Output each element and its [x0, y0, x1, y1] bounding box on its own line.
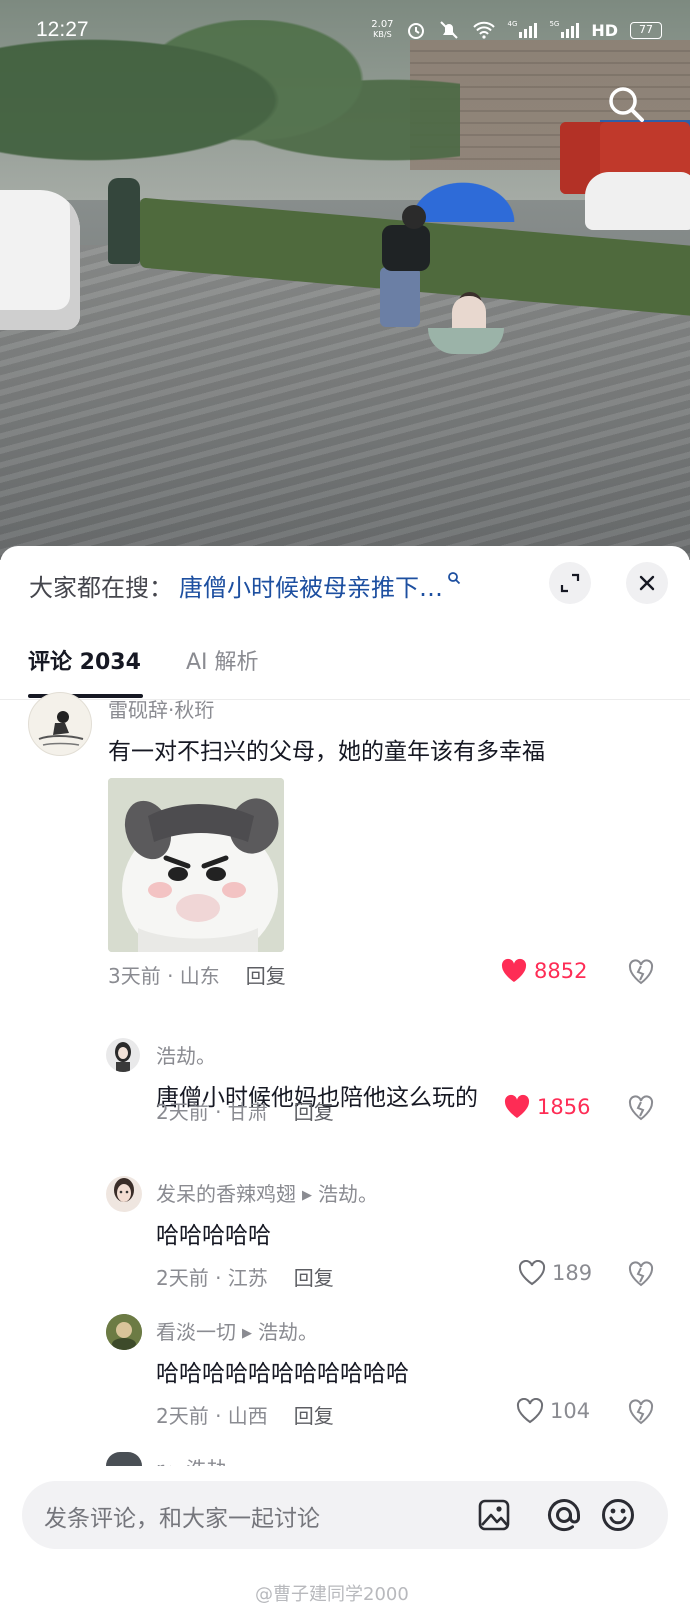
status-bar: 12:27 2.07 KB/S 4G 5G HD 77: [0, 0, 690, 64]
dislike-icon[interactable]: [627, 958, 655, 986]
heart-filled-icon: [501, 958, 527, 982]
dislike-icon[interactable]: [627, 1094, 655, 1122]
avatar[interactable]: [106, 1038, 140, 1072]
comment-time-location: 2天前 · 江苏: [156, 1266, 268, 1290]
video-player[interactable]: 12:27 2.07 KB/S 4G 5G HD 77: [0, 0, 690, 560]
status-time: 12:27: [36, 18, 89, 41]
comment-time-location: 3天前 · 山东: [108, 964, 220, 988]
comment-username[interactable]: 雷砚辞·秋珩: [108, 694, 214, 723]
hd-voice-icon: HD: [591, 20, 618, 40]
search-small-icon: [448, 571, 461, 584]
dislike-icon[interactable]: [627, 1260, 655, 1288]
like-count: 1856: [537, 1095, 591, 1119]
reply-button[interactable]: 回复: [294, 1100, 334, 1124]
comment-meta: 2天前 · 山西 回复: [156, 1400, 334, 1429]
dislike-icon[interactable]: [627, 1398, 655, 1426]
tab-comments[interactable]: 评论 2034: [28, 644, 141, 676]
mention-icon[interactable]: [544, 1495, 584, 1535]
reply-button[interactable]: 回复: [294, 1266, 334, 1290]
close-icon: [639, 575, 655, 591]
reply-to-username[interactable]: 浩劫。: [258, 1320, 318, 1344]
comment-meta: 2天前 · 江苏 回复: [156, 1262, 334, 1291]
like-button[interactable]: 1856: [503, 1094, 590, 1120]
comment-username[interactable]: 浩劫。: [156, 1040, 216, 1069]
comment-username: 看淡一切 ▶ 浩劫。: [156, 1316, 318, 1345]
like-count: 104: [550, 1399, 591, 1423]
status-icons: 2.07 KB/S 4G 5G HD 77: [371, 20, 662, 40]
comment-username: 发呆的香辣鸡翅 ▶ 浩劫。: [156, 1178, 378, 1207]
video-scenery-car: [585, 172, 690, 230]
expand-button[interactable]: [549, 562, 591, 604]
comment-text: 哈哈哈哈哈哈哈哈哈哈哈: [156, 1361, 409, 1387]
video-scenery-car: [0, 190, 80, 330]
reply-button[interactable]: 回复: [294, 1404, 334, 1428]
emoji-icon[interactable]: [598, 1495, 638, 1535]
expand-icon: [560, 573, 580, 593]
signal-2-icon: 5G: [549, 20, 580, 38]
comment-meta: 3天前 · 山东 回复: [108, 960, 286, 989]
comment-input[interactable]: 发条评论，和大家一起讨论: [22, 1481, 668, 1549]
comment-time-location: 2天前 · 山西: [156, 1404, 268, 1428]
avatar[interactable]: [106, 1176, 142, 1212]
reply-arrow-icon: ▶: [302, 1188, 312, 1203]
heart-outline-icon: [518, 1260, 546, 1286]
heart-outline-icon: [516, 1398, 544, 1424]
search-icon[interactable]: [606, 84, 646, 124]
like-button[interactable]: 189: [518, 1260, 592, 1286]
avatar[interactable]: [106, 1452, 142, 1466]
battery-indicator: 77: [630, 21, 662, 39]
close-button[interactable]: [626, 562, 668, 604]
reply-arrow-icon: ▶: [242, 1326, 252, 1341]
avatar[interactable]: [106, 1314, 142, 1350]
signal-1-icon: 4G: [508, 20, 538, 38]
video-scenery-person: [108, 178, 140, 264]
comment-panel: 大家都在搜： 唐僧小时候被母亲推下… 评论 2034 AI 解析 雷砚辞·秋珩 …: [0, 546, 690, 1610]
reply-button[interactable]: 回复: [246, 964, 286, 988]
like-count: 8852: [534, 959, 588, 983]
hot-search-term[interactable]: 唐僧小时候被母亲推下…: [179, 568, 443, 603]
alarm-icon: [407, 23, 424, 39]
reply-to-username[interactable]: 浩劫。: [318, 1182, 378, 1206]
image-icon[interactable]: [474, 1495, 514, 1535]
network-speed: 2.07 KB/S: [371, 19, 394, 40]
video-scenery-mother: [372, 205, 432, 335]
like-button[interactable]: 104: [516, 1398, 590, 1424]
watermark: @曹子建同学2000: [255, 1584, 409, 1605]
wifi-icon: [472, 21, 495, 39]
comment-sticker-image[interactable]: [108, 778, 284, 952]
tab-ai-analysis[interactable]: AI 解析: [186, 644, 259, 676]
heart-filled-icon: [504, 1094, 530, 1118]
comment-text: 有一对不扫兴的父母，她的童年该有多幸福: [108, 739, 545, 765]
comment-text: 哈哈哈哈哈: [156, 1223, 271, 1249]
hot-search-lead: 大家都在搜：: [29, 574, 173, 602]
comment-time-location: 2天前 · 甘肃: [156, 1100, 268, 1124]
comment-meta: 2天前 · 甘肃 回复: [156, 1096, 334, 1125]
hot-search-bar[interactable]: 大家都在搜： 唐僧小时候被母亲推下…: [29, 568, 461, 603]
username-link[interactable]: 发呆的香辣鸡翅: [156, 1182, 296, 1206]
username-link[interactable]: 看淡一切: [156, 1320, 236, 1344]
like-button[interactable]: 8852: [500, 958, 587, 984]
comment-input-placeholder: 发条评论，和大家一起讨论: [44, 1506, 320, 1532]
mute-bell-icon: [439, 21, 458, 39]
like-count: 189: [552, 1261, 593, 1285]
comment-tabs: 评论 2034 AI 解析: [0, 634, 690, 700]
avatar[interactable]: [28, 692, 92, 756]
